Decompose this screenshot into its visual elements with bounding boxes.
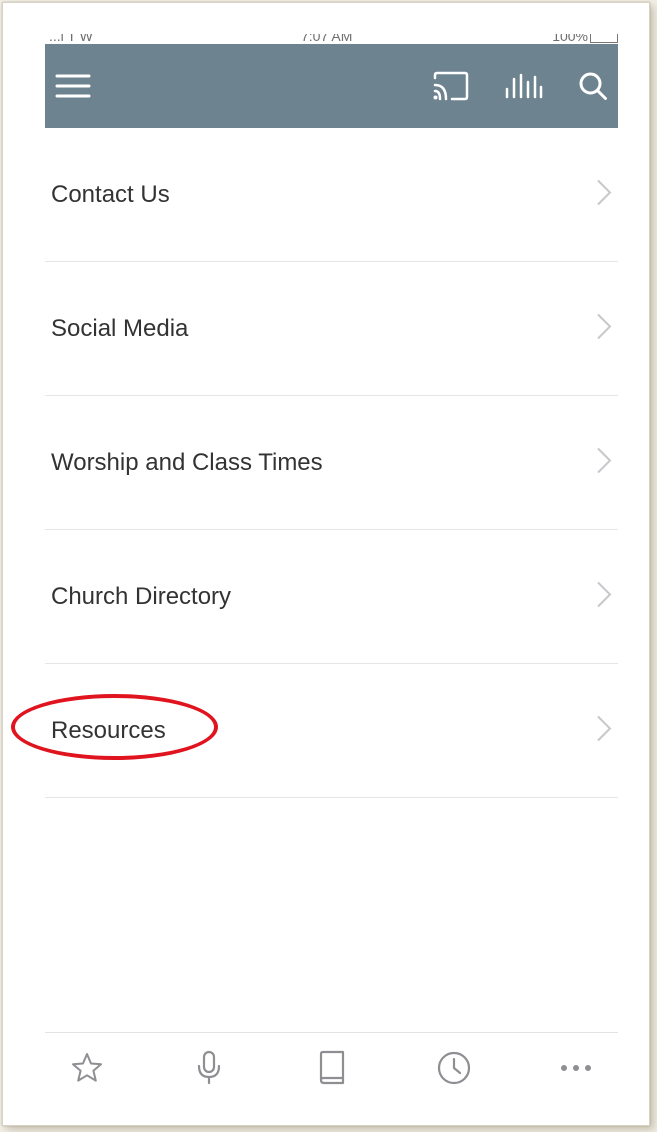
menu-icon[interactable] bbox=[53, 44, 93, 128]
app-bar bbox=[45, 44, 618, 128]
clock-icon[interactable] bbox=[436, 1050, 472, 1086]
status-time: 7:07 AM bbox=[301, 34, 353, 44]
menu-item-resources[interactable]: Resources bbox=[45, 664, 618, 798]
audio-bars-icon[interactable] bbox=[501, 44, 545, 128]
search-icon[interactable] bbox=[573, 44, 613, 128]
menu-item-label: Worship and Class Times bbox=[51, 448, 323, 476]
menu-item-church-directory[interactable]: Church Directory bbox=[45, 530, 618, 664]
menu-item-label: Contact Us bbox=[51, 180, 170, 208]
menu-item-worship-and-class-times[interactable]: Worship and Class Times bbox=[45, 396, 618, 530]
menu-item-contact-us[interactable]: Contact Us bbox=[45, 128, 618, 262]
menu-item-label: Church Directory bbox=[51, 582, 232, 610]
chevron-right-icon bbox=[596, 178, 612, 211]
book-icon[interactable] bbox=[314, 1050, 350, 1086]
tab-bar bbox=[45, 1032, 618, 1102]
menu-item-label: Resources bbox=[51, 716, 166, 744]
more-icon[interactable] bbox=[558, 1050, 594, 1086]
battery-percent: 100% bbox=[552, 34, 588, 44]
microphone-icon[interactable] bbox=[191, 1050, 227, 1086]
chevron-right-icon bbox=[596, 312, 612, 345]
carrier-signal: ...l T W bbox=[49, 34, 93, 44]
chevron-right-icon bbox=[596, 714, 612, 747]
menu-item-label: Social Media bbox=[51, 314, 189, 342]
chevron-right-icon bbox=[596, 580, 612, 613]
star-icon[interactable] bbox=[69, 1050, 105, 1086]
battery-icon bbox=[590, 34, 618, 43]
cast-icon[interactable] bbox=[429, 44, 473, 128]
menu-list: Contact Us Social Media Worship and Clas… bbox=[45, 128, 618, 798]
menu-item-social-media[interactable]: Social Media bbox=[45, 262, 618, 396]
chevron-right-icon bbox=[596, 446, 612, 479]
